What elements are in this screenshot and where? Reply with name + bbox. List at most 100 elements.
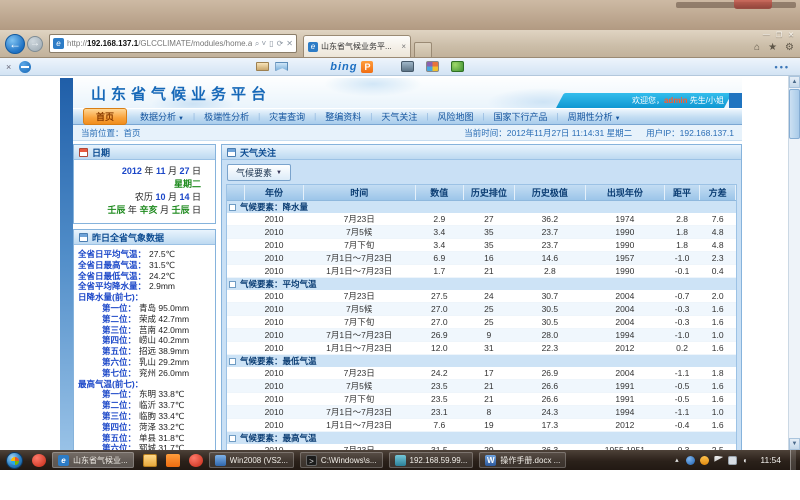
toolbar-close-icon[interactable]: × — [6, 62, 11, 72]
table-row[interactable]: 20107月下旬27.02530.52004-0.31.6 — [227, 315, 736, 328]
table-row[interactable]: 20107月23日2.92736.219742.87.6 — [227, 213, 736, 226]
close-icon[interactable]: ✕ — [788, 31, 794, 39]
address-bar[interactable]: e http://192.168.137.1/GLCCLIMATE/module… — [49, 34, 297, 53]
minimize-icon[interactable]: — — [763, 31, 770, 39]
search-icon[interactable]: ⌕ ˅ — [255, 39, 266, 49]
maximize-icon[interactable]: ❐ — [776, 31, 782, 39]
table-cell: 2.8 — [514, 264, 585, 277]
group-row[interactable]: 气候要素：平均气温 — [227, 277, 736, 290]
table-row[interactable]: 20107月1日～7月23日23.1824.31994-1.11.0 — [227, 405, 736, 418]
collapse-box-icon[interactable] — [229, 358, 236, 365]
home-icon[interactable]: ⌂ — [754, 42, 760, 53]
color-app-icon[interactable] — [426, 61, 439, 72]
table-row[interactable]: 20101月1日～7月23日1.7212.81990-0.10.4 — [227, 264, 736, 277]
table-row[interactable]: 20107月下旬3.43523.719901.84.8 — [227, 238, 736, 251]
menu-item-天气关注[interactable]: 天气关注 — [372, 110, 426, 123]
group-row[interactable]: 气候要素：最高气温 — [227, 431, 736, 444]
table-row[interactable]: 20101月1日～7月23日12.03122.320120.21.6 — [227, 341, 736, 354]
table-cell: 3.4 — [415, 238, 463, 251]
start-button[interactable] — [6, 452, 23, 469]
breadcrumb[interactable]: 当前位置：首页 — [81, 127, 141, 139]
table-row[interactable]: 20101月1日～7月23日7.61917.32012-0.41.6 — [227, 418, 736, 431]
forward-button[interactable]: → — [27, 36, 43, 52]
collapse-box-icon[interactable] — [229, 435, 236, 442]
table-row[interactable]: 20107月1日～7月23日26.9928.01994-1.01.0 — [227, 328, 736, 341]
collapse-box-icon[interactable] — [229, 281, 236, 288]
row-select-cell — [227, 315, 245, 328]
table-row[interactable]: 20107月1日～7月23日6.91614.61957-1.02.3 — [227, 251, 736, 264]
network-icon[interactable] — [686, 456, 695, 465]
table-row[interactable]: 20107月23日27.52430.72004-0.72.0 — [227, 290, 736, 303]
orange-app-icon[interactable] — [166, 454, 180, 467]
scroll-up-icon[interactable]: ▲ — [789, 76, 800, 88]
show-desktop-button[interactable] — [790, 450, 796, 470]
taskbar-button[interactable]: >C:\Windows\s... — [300, 452, 383, 468]
menu-item-周期性分析[interactable]: 周期性分析▼ — [559, 110, 630, 123]
table-cell: -0.5 — [664, 379, 700, 392]
refresh-icon[interactable]: ⟳ — [277, 39, 284, 48]
menu-item-极端性分析[interactable]: 极端性分析 — [195, 110, 258, 123]
menu-item-数据分析[interactable]: 数据分析▼ — [131, 110, 193, 123]
stop-icon[interactable]: ✕ — [286, 39, 293, 48]
breadcrumb-row: 当前位置：首页 当前时间：2012年11月27日 11:14:31 星期二 用户… — [73, 125, 742, 141]
scrollbar-thumb[interactable] — [789, 89, 800, 139]
welcome-text: 欢迎您，admin 先生/小姐 — [632, 95, 724, 106]
group-row[interactable]: 气候要素：最低气温 — [227, 354, 736, 367]
camera-icon[interactable] — [401, 61, 414, 72]
calendar-icon — [79, 148, 88, 157]
browser-tab[interactable]: e 山东省气候业务平... × — [303, 35, 411, 57]
menu-item-整编资料[interactable]: 整编资料 — [316, 110, 370, 123]
table-row[interactable]: 20107月5候23.52126.61991-0.51.6 — [227, 379, 736, 392]
table-cell: 7.6 — [700, 213, 736, 226]
pinned-app-icon[interactable] — [32, 454, 46, 467]
column-header: 历史排位 — [463, 185, 514, 200]
taskbar: e山东省气候业... Win2008 (VS2... >C:\Windows\s..… — [0, 450, 800, 470]
mail-icon[interactable] — [275, 62, 288, 71]
favorites-star-icon[interactable]: ★ — [768, 42, 777, 53]
stat-label: 全省日最低气温： — [78, 271, 146, 282]
show-hidden-icons-icon[interactable]: ▴ — [672, 456, 681, 465]
explorer-icon[interactable] — [143, 454, 157, 467]
taskbar-button[interactable]: Win2008 (VS2... — [209, 452, 294, 468]
compat-icon[interactable]: ▯ — [269, 39, 273, 48]
table-row[interactable]: 20107月5候27.02530.52004-0.31.6 — [227, 302, 736, 315]
tab-close-icon[interactable]: × — [401, 42, 406, 51]
alert-icon[interactable] — [700, 456, 709, 465]
bing-logo[interactable]: bing — [330, 61, 357, 73]
new-tab-button[interactable] — [414, 42, 432, 57]
menu-item-国家下行产品[interactable]: 国家下行产品 — [485, 110, 557, 123]
table-cell: 1.6 — [700, 379, 736, 392]
back-button[interactable]: ← — [5, 34, 25, 54]
browser-scrollbar[interactable]: ▲ ▼ — [788, 76, 800, 450]
media-player-icon[interactable] — [189, 454, 203, 467]
table-row[interactable]: 20107月5候3.43523.719901.84.8 — [227, 225, 736, 238]
taskbar-button[interactable]: e山东省气候业... — [52, 452, 134, 468]
toolbar-more-icon[interactable]: ••• — [775, 62, 790, 72]
menu-item-灾害查询[interactable]: 灾害查询 — [260, 110, 314, 123]
card-icon[interactable] — [256, 62, 269, 71]
table-cell: 2004 — [585, 315, 664, 328]
p-app-icon[interactable]: P — [361, 61, 373, 73]
display-icon[interactable] — [728, 456, 737, 465]
table-row[interactable]: 20107月23日24.21726.92004-1.11.8 — [227, 367, 736, 380]
menu-item-风险地图[interactable]: 风险地图 — [428, 110, 482, 123]
table-cell: 1994 — [585, 328, 664, 341]
weather-stat-row: 全省平均降水量：2.9mm — [78, 281, 212, 292]
volume-icon[interactable]: ◖ — [742, 456, 751, 465]
scroll-down-icon[interactable]: ▼ — [789, 438, 800, 450]
collapse-box-icon[interactable] — [229, 204, 236, 211]
taskbar-clock[interactable]: 11:54 — [760, 455, 781, 465]
climate-table-wrapper: 年份时间数值历史排位历史极值出现年份距平方差 气候要素：降水量20107月23日… — [226, 184, 737, 450]
climate-element-button[interactable]: 气候要素▼ — [227, 164, 291, 181]
taskbar-button[interactable]: 192.168.59.99... — [389, 452, 474, 468]
menu-item-首页[interactable]: 首页 — [83, 108, 127, 125]
table-row[interactable]: 20107月下旬23.52126.61991-0.51.6 — [227, 392, 736, 405]
action-center-flag-icon[interactable] — [714, 456, 723, 465]
blocked-circle-icon[interactable] — [19, 61, 31, 73]
group-row[interactable]: 气候要素：降水量 — [227, 200, 736, 213]
url-text[interactable]: http://192.168.137.1/GLCCLIMATE/modules/… — [67, 39, 252, 48]
toolbar-plugin-icons — [401, 61, 464, 72]
settings-gear-icon[interactable]: ⚙ — [785, 42, 794, 53]
taskbar-button[interactable]: W操作手册.docx ... — [479, 452, 566, 468]
green-app-icon[interactable] — [451, 61, 464, 72]
